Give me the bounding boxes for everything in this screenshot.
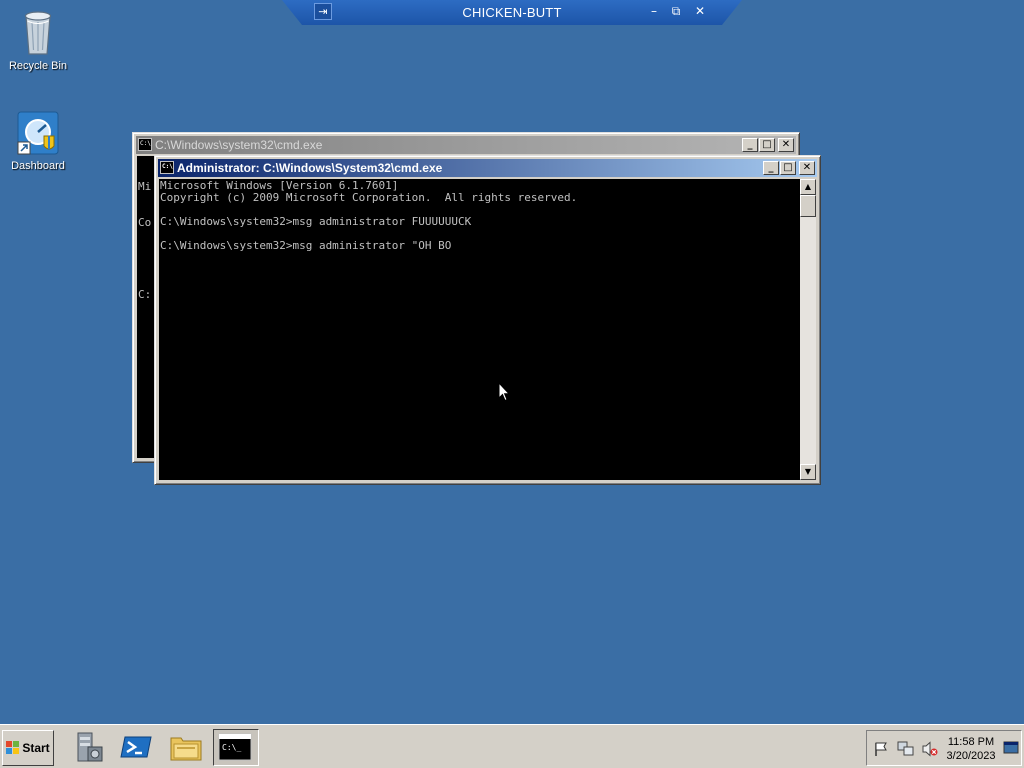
scroll-down-button[interactable]: ▼ bbox=[800, 464, 816, 480]
rdp-restore-button[interactable]: ⧉ bbox=[668, 3, 684, 19]
svg-text:C:\_: C:\_ bbox=[222, 743, 241, 752]
desktop-icon-label: Dashboard bbox=[11, 160, 65, 172]
clock-time: 11:58 PM bbox=[947, 736, 995, 748]
front-window-title: Administrator: C:\Windows\System32\cmd.e… bbox=[177, 161, 443, 175]
mouse-cursor-icon bbox=[498, 382, 510, 402]
rdp-close-button[interactable]: ✕ bbox=[692, 3, 708, 19]
explorer-launch[interactable] bbox=[168, 729, 204, 765]
dashboard-icon bbox=[17, 111, 59, 155]
front-window-titlebar[interactable]: C:\ Administrator: C:\Windows\System32\cm… bbox=[158, 159, 817, 177]
front-window-controls: _ □ ✕ bbox=[762, 161, 815, 177]
back-window-titlebar[interactable]: C:\ C:\Windows\system32\cmd.exe _ □ ✕ bbox=[136, 136, 796, 154]
vertical-scrollbar[interactable]: ▲ ▼ bbox=[800, 179, 816, 480]
desktop-icon-label: Recycle Bin bbox=[8, 60, 68, 72]
desktop-icon-dashboard[interactable]: Dashboard bbox=[3, 110, 73, 172]
action-center-flag-icon[interactable] bbox=[873, 741, 889, 757]
show-desktop-icon[interactable] bbox=[1003, 741, 1019, 755]
cmd-icon: C:\ bbox=[160, 161, 174, 174]
server-manager-launch[interactable] bbox=[70, 729, 106, 765]
clock-date: 3/20/2023 bbox=[946, 750, 996, 762]
cmd-task-icon: C:\_ bbox=[218, 733, 252, 761]
rdp-connection-bar: ⇥ CHICKEN-BUTT – ⧉ ✕ bbox=[282, 0, 742, 25]
volume-muted-icon[interactable] bbox=[921, 741, 939, 757]
maximize-button[interactable]: □ bbox=[759, 138, 775, 152]
system-tray: 11:58 PM 3/20/2023 bbox=[866, 730, 1022, 766]
windows-logo-icon bbox=[6, 741, 20, 754]
clock[interactable]: 11:58 PM 3/20/2023 bbox=[939, 735, 1003, 763]
recycle-bin-icon bbox=[24, 11, 52, 55]
server-manager-icon bbox=[77, 732, 103, 762]
start-button[interactable]: Start bbox=[2, 730, 54, 766]
rdp-minimize-button[interactable]: – bbox=[646, 3, 662, 19]
cmd-icon: C:\ bbox=[138, 138, 152, 151]
close-button[interactable]: ✕ bbox=[799, 161, 815, 175]
explorer-folder-icon bbox=[170, 737, 202, 761]
back-window-controls: _ □ ✕ bbox=[741, 138, 794, 154]
powershell-icon bbox=[120, 736, 152, 758]
taskbar: Start C:\_ 11:58 PM 3/20/2023 bbox=[0, 724, 1024, 768]
desktop-icon-recycle-bin[interactable]: Recycle Bin bbox=[3, 6, 73, 72]
front-console[interactable]: Microsoft Windows [Version 6.1.7601] Cop… bbox=[159, 179, 800, 480]
minimize-button[interactable]: _ bbox=[742, 138, 758, 152]
taskbar-cmd-task[interactable]: C:\_ bbox=[213, 729, 259, 766]
powershell-launch[interactable] bbox=[118, 729, 154, 765]
back-window-title: C:\Windows\system32\cmd.exe bbox=[155, 138, 323, 152]
scroll-up-button[interactable]: ▲ bbox=[800, 179, 816, 195]
maximize-button[interactable]: □ bbox=[780, 161, 796, 175]
network-icon[interactable] bbox=[897, 741, 915, 757]
minimize-button[interactable]: _ bbox=[763, 161, 779, 175]
close-button[interactable]: ✕ bbox=[778, 138, 794, 152]
start-label: Start bbox=[22, 741, 50, 755]
front-cmd-window[interactable]: C:\ Administrator: C:\Windows\System32\cm… bbox=[154, 155, 821, 485]
scroll-thumb[interactable] bbox=[800, 195, 816, 217]
